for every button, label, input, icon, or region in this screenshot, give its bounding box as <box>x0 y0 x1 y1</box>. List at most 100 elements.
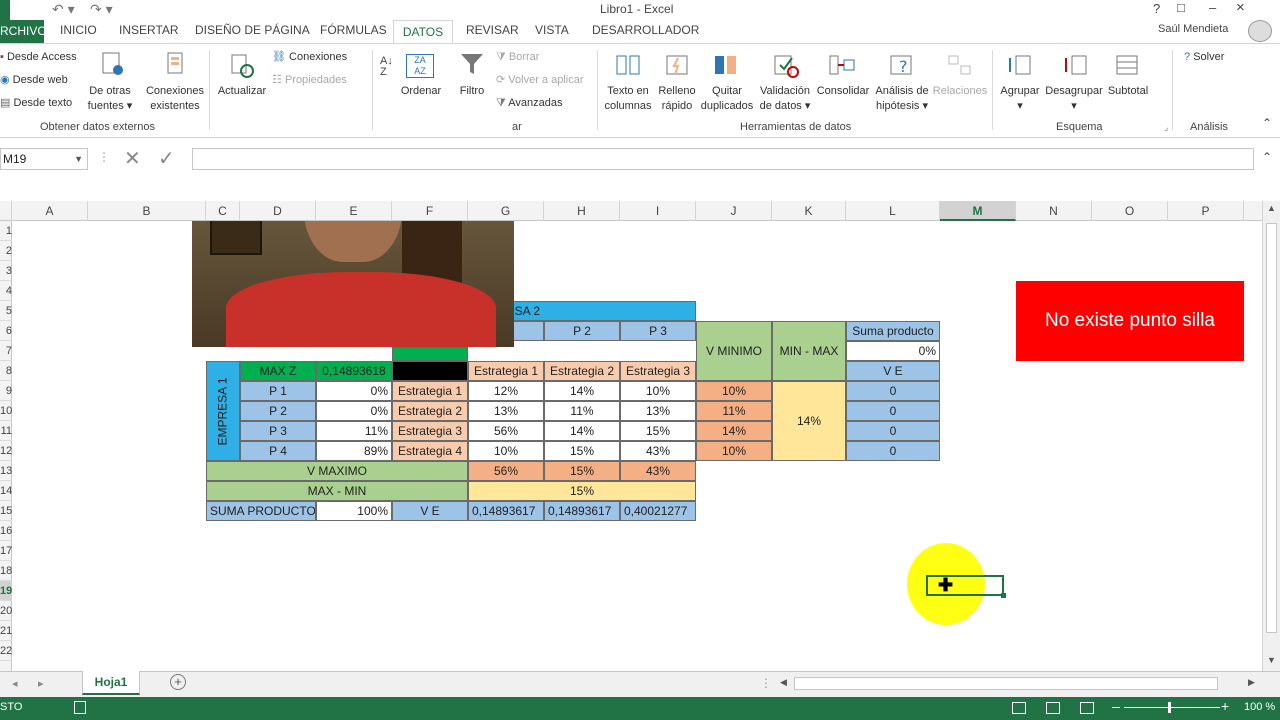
cell-suma-producto-header[interactable]: Suma producto <box>846 321 940 341</box>
cell-ve-header[interactable]: V E <box>846 361 940 381</box>
cell-v-minimo[interactable]: V MINIMO <box>696 321 772 381</box>
tab-formulas[interactable]: FÓRMULAS <box>320 23 387 37</box>
name-box[interactable]: M19 ▼ <box>0 148 88 170</box>
refresh-all-button[interactable]: Actualizar <box>214 84 270 99</box>
cell-vmin[interactable]: 14% <box>696 421 772 441</box>
cell-min-max-value[interactable]: 14% <box>772 381 846 461</box>
tab-vista[interactable]: VISTA <box>535 23 569 37</box>
cell-empresa1[interactable]: EMPRESA 1 <box>206 361 240 461</box>
cell-p-label[interactable]: P 2 <box>240 401 316 421</box>
column-header[interactable]: C <box>206 201 240 221</box>
avatar[interactable] <box>1248 20 1272 42</box>
cell-estrategia-row[interactable]: Estrategia 2 <box>392 401 468 421</box>
row-header[interactable]: 3 <box>0 261 12 281</box>
existing-connections-button[interactable]: Conexiones existentes <box>142 84 208 114</box>
vertical-scrollbar[interactable]: ▲ ▼ <box>1262 201 1280 671</box>
column-header[interactable]: D <box>240 201 316 221</box>
cell-p-label[interactable]: P 4 <box>240 441 316 461</box>
relationships-button[interactable]: Relaciones <box>932 84 988 99</box>
cell-prob[interactable]: 0% <box>316 381 392 401</box>
cell-ve-label[interactable]: V E <box>392 501 468 521</box>
tab-inicio[interactable]: INICIO <box>60 23 97 37</box>
cell-ve-result[interactable]: 0,14893617 <box>544 501 620 521</box>
subtotal-button[interactable]: Subtotal <box>1104 84 1152 99</box>
cell-header-p3[interactable]: P 3 <box>620 321 696 341</box>
cell-estrategia-col-1[interactable]: Estrategia 1 <box>468 361 544 381</box>
redo-icon[interactable]: ↷ ▾ <box>90 1 113 18</box>
row-header[interactable]: 18 <box>0 561 12 581</box>
add-sheet-icon[interactable]: + <box>170 674 186 690</box>
cell-max-min-value[interactable]: 15% <box>468 481 696 501</box>
data-validation-button[interactable]: Validación de datos ▾ <box>756 84 814 114</box>
cell-min-max[interactable]: MIN - MAX <box>772 321 846 381</box>
row-header[interactable]: 17 <box>0 541 12 561</box>
sort-icon[interactable]: ZA AZ <box>406 54 434 78</box>
column-header[interactable]: E <box>316 201 392 221</box>
cell-ve-value[interactable]: 0 <box>846 441 940 461</box>
cell-estrategia-row[interactable]: Estrategia 4 <box>392 441 468 461</box>
properties-button[interactable]: ☷ Propiedades <box>272 73 347 88</box>
group-button[interactable]: Agrupar ▾ <box>996 84 1044 114</box>
zoom-in-icon[interactable]: + <box>1221 698 1229 714</box>
cell-vmax[interactable]: 43% <box>620 461 696 481</box>
cell-payoff[interactable]: 43% <box>620 441 696 461</box>
cell-vmax[interactable]: 56% <box>468 461 544 481</box>
column-header[interactable]: P <box>1168 201 1244 221</box>
tab-insertar[interactable]: INSERTAR <box>119 23 179 37</box>
name-box-dropdown-icon[interactable]: ▼ <box>74 149 83 169</box>
column-header[interactable]: I <box>620 201 696 221</box>
column-header[interactable]: N <box>1016 201 1092 221</box>
cell-payoff[interactable]: 10% <box>620 381 696 401</box>
normal-view-icon[interactable] <box>1012 702 1026 714</box>
row-header[interactable]: 11 <box>0 421 12 441</box>
cell-v-maximo[interactable]: V MAXIMO <box>206 461 468 481</box>
row-header[interactable]: 20 <box>0 601 12 621</box>
cell-max-z-label[interactable]: MAX Z <box>240 361 316 381</box>
tab-file[interactable]: RCHIVO <box>0 20 47 43</box>
cell-estrategia-col-2[interactable]: Estrategia 2 <box>544 361 620 381</box>
row-header[interactable]: 21 <box>0 621 12 641</box>
tab-revisar[interactable]: REVISAR <box>466 23 519 37</box>
zoom-level[interactable]: 100 % <box>1244 701 1275 713</box>
column-header[interactable]: L <box>846 201 940 221</box>
cell-p-label[interactable]: P 3 <box>240 421 316 441</box>
help-icon[interactable]: ? <box>1153 1 1160 16</box>
column-header[interactable]: A <box>12 201 88 221</box>
page-break-icon[interactable] <box>1080 702 1094 714</box>
row-header[interactable]: 9 <box>0 381 12 401</box>
ungroup-button[interactable]: Desagrupar ▾ <box>1044 84 1104 114</box>
row-header[interactable]: 13 <box>0 461 12 481</box>
cell-prob[interactable]: 89% <box>316 441 392 461</box>
flash-fill-button[interactable]: Relleno rápido <box>654 84 700 114</box>
row-header[interactable]: 16 <box>0 521 12 541</box>
no-saddle-point-note[interactable]: No existe punto silla <box>1016 281 1244 361</box>
what-if-button[interactable]: Análisis de hipótesis ▾ <box>872 84 932 114</box>
cell-payoff[interactable]: 13% <box>620 401 696 421</box>
h-scroll-left-icon[interactable]: ◀ <box>780 677 787 688</box>
row-header-selected[interactable]: 19 <box>0 581 12 601</box>
cell-ve-value[interactable]: 0 <box>846 401 940 421</box>
cell-suma-producto-label[interactable]: SUMA PRODUCTO <box>206 501 316 521</box>
column-header[interactable]: H <box>544 201 620 221</box>
row-header[interactable]: 14 <box>0 481 12 501</box>
zoom-slider[interactable] <box>1124 707 1220 708</box>
tab-diseno[interactable]: DISEÑO DE PÁGINA <box>195 23 310 37</box>
cell-payoff[interactable]: 10% <box>468 441 544 461</box>
cell-estrategia-row[interactable]: Estrategia 3 <box>392 421 468 441</box>
cell-header-p2[interactable]: P 2 <box>544 321 620 341</box>
row-header[interactable]: 12 <box>0 441 12 461</box>
h-scroll-right-icon[interactable]: ▶ <box>1248 677 1255 688</box>
cell-vmax[interactable]: 15% <box>544 461 620 481</box>
reapply-button[interactable]: ⟳ Volver a aplicar <box>496 73 584 88</box>
cell-payoff[interactable]: 11% <box>544 401 620 421</box>
cell-payoff[interactable]: 14% <box>544 381 620 401</box>
cell-ve-result[interactable]: 0,40021277 <box>620 501 696 521</box>
column-header[interactable]: J <box>696 201 772 221</box>
worksheet-grid[interactable]: EMPRESA 2 P 2 P 3 V MINIMO MIN - MAX Sum… <box>12 221 1262 671</box>
from-web-button[interactable]: ◉ Desde web <box>0 73 68 88</box>
cell-vmin[interactable]: 11% <box>696 401 772 421</box>
restore-icon[interactable]: □ <box>1177 0 1185 15</box>
row-header[interactable]: 7 <box>0 341 12 361</box>
row-header[interactable]: 22 <box>0 641 12 661</box>
outline-dialog-launcher[interactable]: ⌟ <box>1164 122 1168 133</box>
